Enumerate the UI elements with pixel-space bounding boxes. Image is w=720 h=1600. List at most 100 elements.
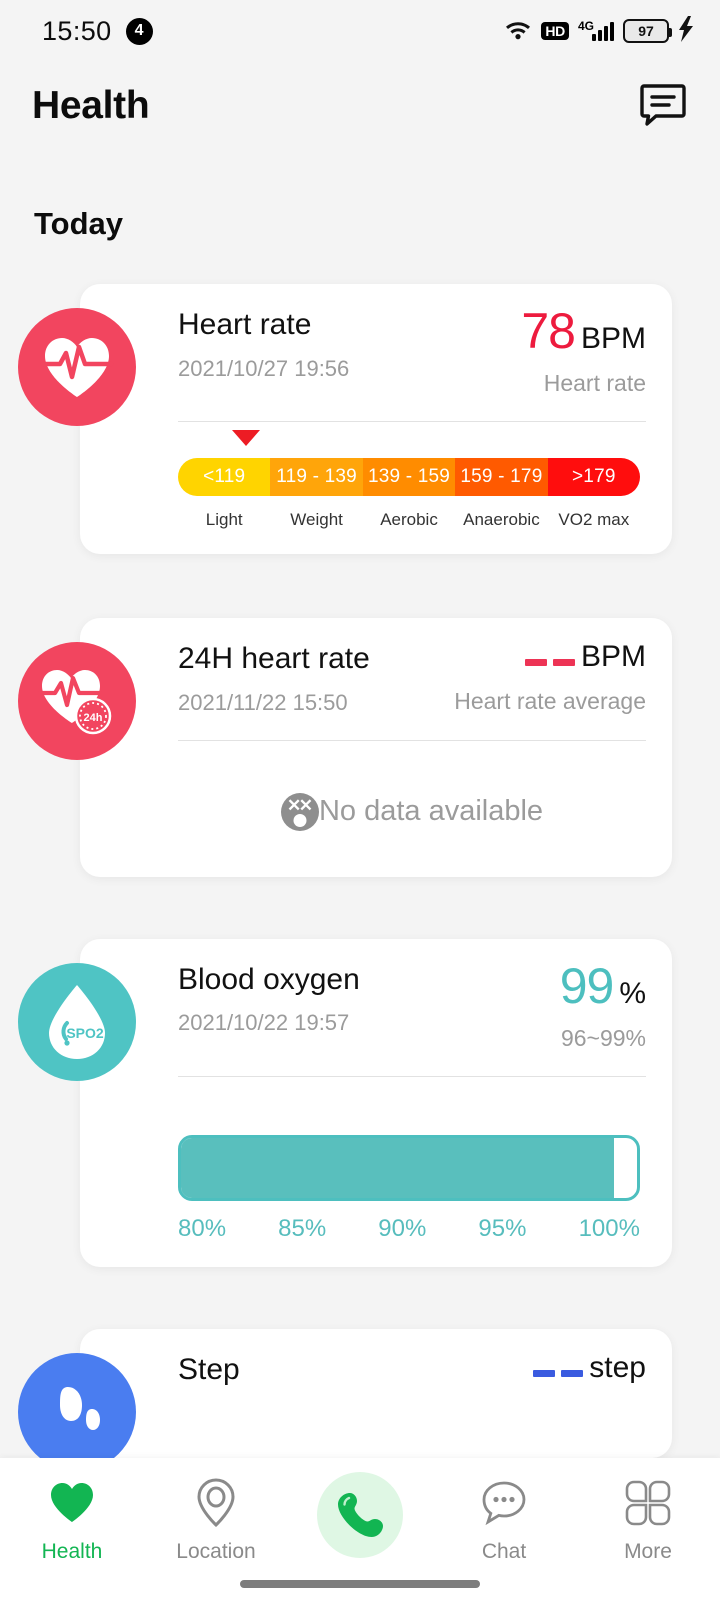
home-indicator[interactable] (240, 1580, 480, 1588)
hd-icon: HD (541, 22, 569, 40)
spo2-progress-chart: 80% 85% 90% 95% 100% (160, 1077, 646, 1243)
spo2-scale-tick-3: 95% (478, 1214, 527, 1242)
card-step-top: Step step (160, 1351, 646, 1389)
card-heart-rate-top: Heart rate 2021/10/27 19:56 78 BPM Heart… (160, 306, 646, 397)
card-heart-rate-info: Heart rate 2021/10/27 19:56 (160, 306, 349, 382)
signal-bars-icon (592, 21, 614, 41)
card-step-value: step (533, 1351, 646, 1385)
zone-label-4: VO2 max (558, 510, 630, 529)
zone-label-1: Weight (290, 510, 343, 529)
cards-scroll-area[interactable]: Heart rate 2021/10/27 19:56 78 BPM Heart… (0, 284, 720, 1471)
message-bubble-icon[interactable] (636, 79, 690, 133)
nav-label: Chat (481, 1540, 527, 1563)
metric-value: 99 (559, 957, 615, 1014)
zone-label-0: Light (205, 510, 243, 529)
network-type-label: 4G (578, 18, 595, 33)
card-title: Blood oxygen (178, 962, 360, 996)
page-title: Health (32, 84, 150, 127)
cellular-signal-icon: 4G (578, 18, 614, 41)
nav-label: Health (41, 1540, 103, 1563)
spo2-scale-tick-1: 85% (278, 1214, 327, 1242)
charging-bolt-icon (678, 15, 694, 47)
card-step-info: Step (160, 1351, 240, 1389)
zone-segment-4: >179 (547, 458, 640, 496)
nav-item-more[interactable]: More (576, 1476, 720, 1564)
metric-value-empty (524, 659, 575, 672)
card-24h-value: BPM Heart rate average (454, 640, 646, 715)
card-title: Heart rate (178, 308, 312, 341)
phone-call-icon[interactable] (317, 1472, 403, 1558)
card-title: 24H heart rate (178, 642, 370, 675)
battery-level-label: 97 (638, 23, 654, 39)
spo2-scale-labels: 80% 85% 90% 95% 100% (178, 1215, 640, 1243)
metric-subtitle: Heart rate average (454, 688, 646, 714)
metric-subtitle: Heart rate (543, 370, 646, 396)
nav-label: More (624, 1540, 672, 1563)
card-timestamp: 2021/10/22 19:57 (178, 1010, 350, 1035)
card-title: Step (178, 1352, 240, 1386)
nav-item-health[interactable]: Health (0, 1476, 144, 1564)
card-spo2-value: 99 % 96~99% (560, 961, 646, 1052)
spo2-progress-bar (178, 1134, 640, 1201)
value-row: BPM (454, 640, 646, 674)
heart-rate-icon (18, 308, 136, 426)
card-spo2-info: Blood oxygen 2021/10/22 19:57 (160, 961, 360, 1037)
dizzy-face-icon: ✕ ✕ (280, 792, 319, 831)
spo2-droplet-icon: SPO2 (18, 962, 136, 1081)
zone-label-3: Anaerobic (463, 510, 540, 529)
nav-item-chat[interactable]: Chat (432, 1476, 576, 1564)
heart-icon (49, 1476, 95, 1530)
no-data-text: No data available (318, 795, 544, 827)
status-bar: 15:50 4 HD 4G 97 (0, 0, 720, 62)
heart-rate-24h-icon: 24h (18, 642, 136, 760)
zone-segment-2: 139 - 159 (362, 458, 456, 496)
value-row: 99 % (560, 961, 646, 1011)
svg-text:SPO2: SPO2 (66, 1025, 104, 1041)
card-timestamp: 2021/10/27 19:56 (178, 355, 350, 381)
svg-text:24h: 24h (84, 712, 103, 724)
spo2-scale-tick-0: 80% (178, 1214, 227, 1242)
spo2-scale-tick-2: 90% (378, 1214, 427, 1242)
app-header: Health (0, 62, 720, 150)
zone-label-2: Aerobic (380, 510, 438, 529)
zone-marker-triangle-icon (232, 430, 261, 446)
nav-label: Location (176, 1540, 256, 1563)
card-24h-heart-rate[interactable]: 24h 24H heart rate 2021/11/22 15:50 BPM … (18, 618, 672, 877)
heart-rate-zone-chart: <119 119 - 139 139 - 159 159 - 179 >179 Ligh… (160, 422, 646, 530)
metric-unit: % (619, 976, 646, 1010)
card-blood-oxygen[interactable]: SPO2 Blood oxygen 2021/10/22 19:57 99 % … (18, 938, 672, 1267)
card-heart-rate-value: 78 BPM Heart rate (521, 306, 646, 397)
step-icon (18, 1352, 136, 1471)
metric-unit: step (589, 1350, 646, 1384)
status-time: 15:50 (42, 15, 112, 46)
card-timestamp: 2021/11/22 15:50 (178, 689, 348, 715)
card-step[interactable]: Step step (18, 1328, 672, 1471)
card-24h-info: 24H heart rate 2021/11/22 15:50 (160, 640, 370, 716)
zone-segment-1: 119 - 139 (270, 458, 363, 496)
card-24h-top: 24H heart rate 2021/11/22 15:50 BPM Hear… (160, 640, 646, 716)
wifi-icon (504, 18, 532, 45)
chat-bubble-icon (480, 1476, 528, 1530)
spo2-scale-tick-4: 100% (578, 1214, 640, 1242)
zone-segment-3: 159 - 179 (455, 458, 548, 496)
zone-segment-0: <119 (178, 458, 271, 496)
zone-bar: <119 119 - 139 139 - 159 159 - 179 >179 (178, 458, 640, 496)
card-heart-rate[interactable]: Heart rate 2021/10/27 19:56 78 BPM Heart… (18, 284, 672, 554)
value-row: step (533, 1351, 646, 1385)
metric-unit: BPM (580, 322, 646, 355)
location-pin-icon (195, 1476, 237, 1530)
card-spo2-top: Blood oxygen 2021/10/22 19:57 99 % 96~99… (160, 961, 646, 1052)
grid-petals-icon (625, 1476, 671, 1530)
no-data-placeholder: ✕ ✕ No data available (160, 741, 646, 853)
metric-value: 78 (521, 303, 576, 359)
notification-count-badge: 4 (125, 17, 153, 45)
battery-icon: 97 (623, 19, 672, 43)
nav-item-location[interactable]: Location (144, 1476, 288, 1564)
status-bar-left: 15:50 4 (42, 16, 153, 47)
nav-item-call[interactable] (288, 1472, 432, 1568)
bottom-navigation-bar: Health Location Chat More (0, 1458, 720, 1600)
metric-unit: BPM (580, 640, 646, 673)
section-title-today: Today (34, 206, 123, 241)
zone-labels: Light Weight Aerobic Anaerobic VO2 max (178, 510, 640, 530)
spo2-progress-fill (181, 1137, 615, 1198)
